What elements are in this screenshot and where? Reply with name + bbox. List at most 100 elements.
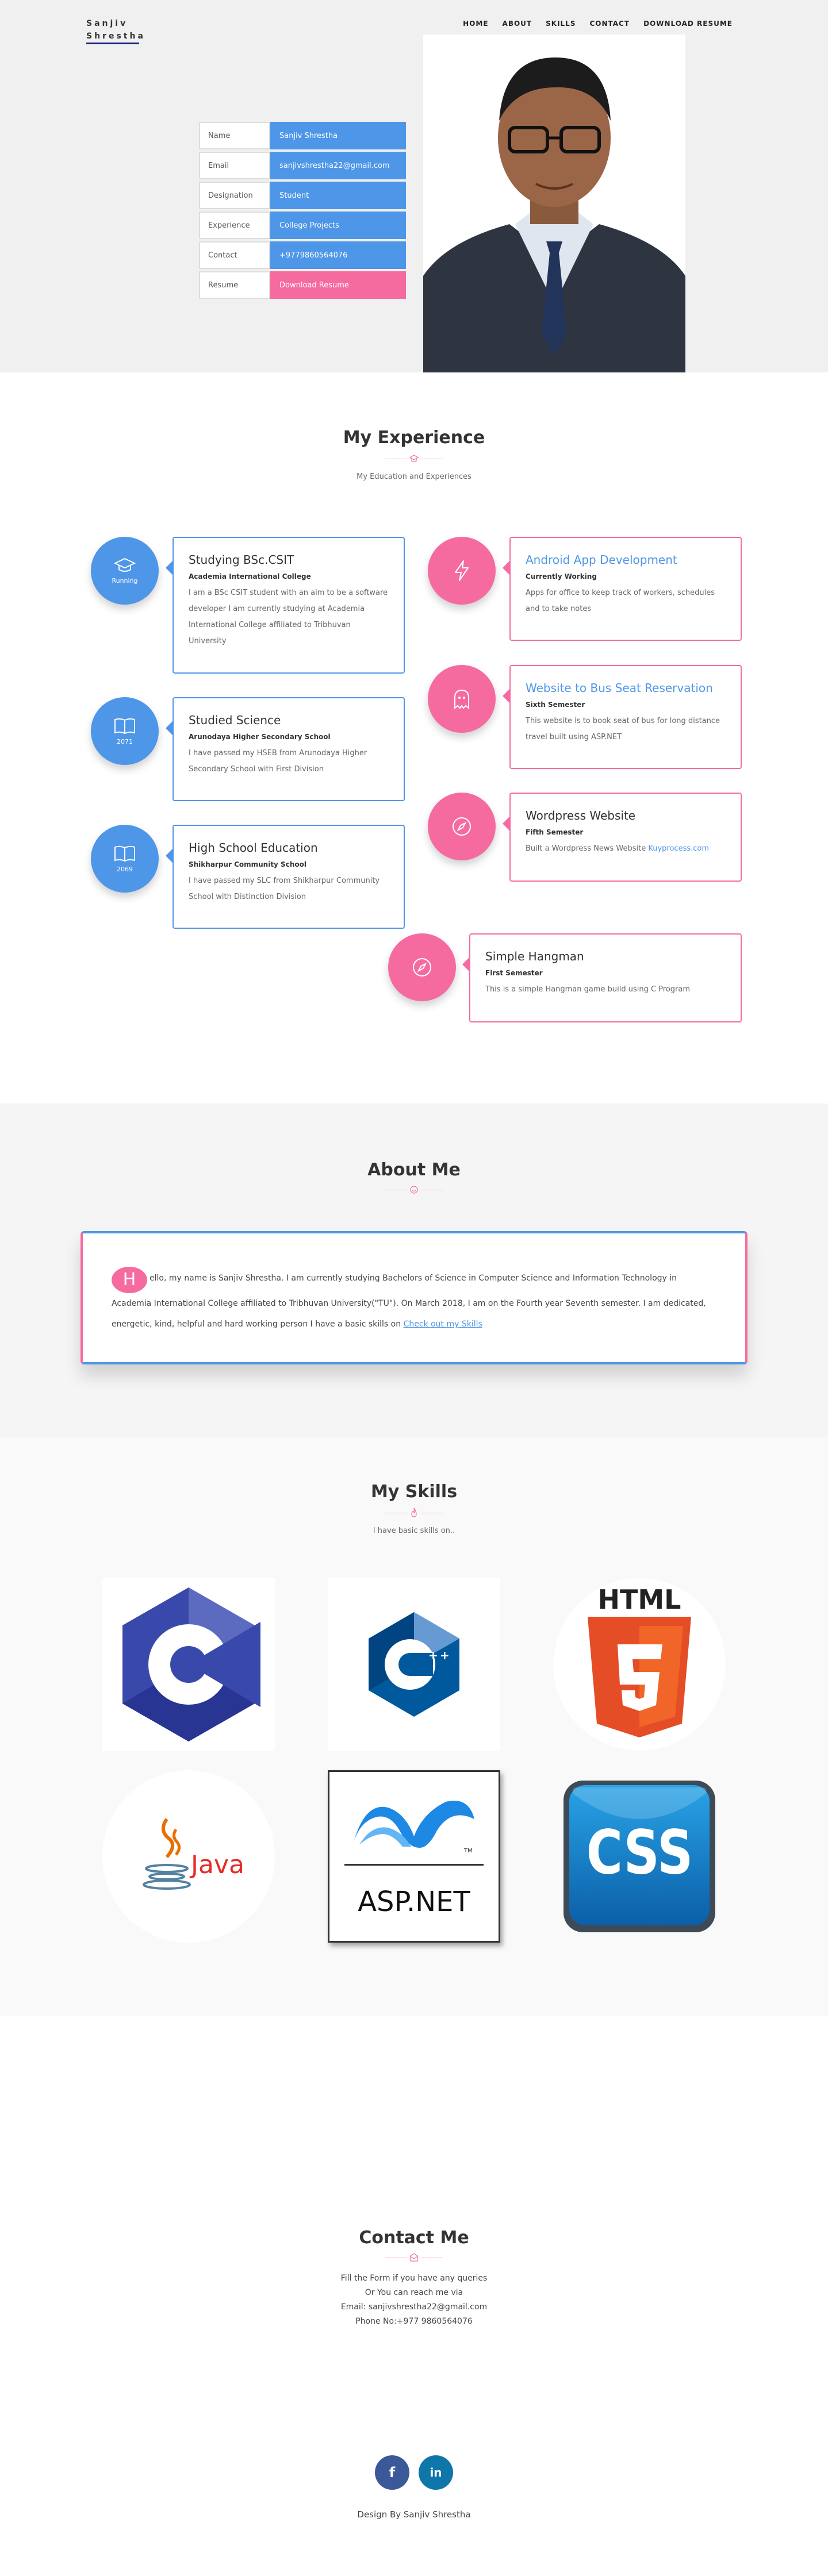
info-value: College Projects	[270, 212, 406, 239]
brand-underline	[86, 43, 139, 44]
info-value: +9779860564076	[270, 241, 406, 269]
education-place: Shikharpur Community School	[189, 860, 306, 868]
info-row-designation: Designation Student	[199, 182, 406, 209]
brand-logo[interactable]: Sanjiv Shrestha	[86, 17, 145, 43]
nav-contact[interactable]: CONTACT	[589, 20, 630, 28]
project-circle-4	[388, 933, 456, 1001]
education-title: Studied Science	[189, 713, 281, 727]
svg-text:ASP.NET: ASP.NET	[358, 1886, 470, 1918]
graduation-cap-icon	[409, 455, 419, 463]
book-icon	[114, 718, 135, 734]
skill-css: CSS	[553, 1770, 726, 1943]
download-resume-button[interactable]: Download Resume	[270, 271, 406, 299]
education-desc: I am a BSc CSIT student with an aim to b…	[189, 589, 388, 645]
check-skills-link[interactable]: Check out my Skills	[404, 1320, 482, 1329]
info-key: Resume	[199, 271, 270, 299]
info-row-email: Email sanjivshrestha22@gmail.com	[199, 152, 406, 179]
info-key: Experience	[199, 212, 270, 239]
about-divider	[385, 1184, 443, 1197]
info-value[interactable]: sanjivshrestha22@gmail.com	[270, 152, 406, 179]
svg-text:TM: TM	[463, 1848, 473, 1854]
project-title: Simple Hangman	[485, 949, 584, 963]
top-nav: HOME ABOUT SKILLS CONTACT DOWNLOAD RESUM…	[463, 20, 733, 28]
project-title[interactable]: Website to Bus Seat Reservation	[526, 681, 727, 695]
education-title: High School Education	[189, 841, 318, 855]
facebook-icon: f	[389, 2464, 396, 2481]
linkedin-button[interactable]: in	[419, 2455, 453, 2490]
info-key: Designation	[199, 182, 270, 209]
info-value: Student	[270, 182, 406, 209]
info-key: Email	[199, 152, 270, 179]
project-desc: Built a Wordpress News Website Kuyproces…	[526, 841, 727, 857]
project-link[interactable]: Kuyprocess.com	[648, 844, 709, 853]
card-pointer	[166, 561, 172, 575]
brand-last-name: Shrestha	[86, 32, 145, 41]
contact-info: Fill the Form if you have any queries Or…	[0, 2271, 828, 2329]
nav-about[interactable]: ABOUT	[503, 20, 532, 28]
info-row-contact: Contact +9779860564076	[199, 241, 406, 269]
education-year: Running	[112, 576, 138, 585]
compass-icon	[413, 958, 431, 976]
info-table: Name Sanjiv Shrestha Email sanjivshresth…	[199, 122, 406, 301]
card-pointer	[462, 958, 469, 971]
flame-icon	[411, 1508, 417, 1517]
about-paragraph: Hello, my name is Sanjiv Shrestha. I am …	[112, 1267, 716, 1335]
project-sub: Currently Working	[526, 572, 597, 580]
project-circle-3	[428, 793, 496, 860]
skill-c	[102, 1578, 275, 1751]
contact-phone[interactable]: Phone No:+977 9860564076	[0, 2314, 828, 2329]
skill-aspnet: TM ASP.NET	[328, 1770, 500, 1943]
info-key: Contact	[199, 241, 270, 269]
nav-home[interactable]: HOME	[463, 20, 488, 28]
about-card: Hello, my name is Sanjiv Shrestha. I am …	[80, 1231, 747, 1364]
education-title: Studying BSc.CSIT	[189, 553, 294, 567]
card-pointer	[166, 721, 172, 735]
aspnet-logo-icon: TM ASP.NET	[344, 1801, 484, 1918]
education-card-1: Studying BSc.CSIT Academia International…	[166, 537, 405, 674]
education-year: 2069	[117, 865, 133, 873]
c-logo-icon	[122, 1587, 260, 1741]
card-pointer	[166, 849, 172, 863]
skill-cpp: + +	[328, 1578, 500, 1751]
education-card-2: Studied Science Arunodaya Higher Seconda…	[166, 697, 405, 801]
svg-text:+: +	[440, 1648, 450, 1662]
nav-download-resume[interactable]: DOWNLOAD RESUME	[643, 20, 733, 28]
graduation-cap-icon	[114, 558, 136, 572]
project-card-2: Website to Bus Seat Reservation Sixth Se…	[503, 665, 742, 769]
about-dropcap: H	[112, 1267, 147, 1293]
linkedin-icon: in	[430, 2466, 442, 2479]
info-key: Name	[199, 122, 270, 149]
skills-divider	[385, 1507, 443, 1520]
hero-section: Sanjiv Shrestha HOME ABOUT SKILLS CONTAC…	[0, 0, 828, 372]
project-desc: This is a simple Hangman game build usin…	[485, 985, 691, 994]
education-desc: I have passed my HSEB from Arunodaya Hig…	[189, 749, 367, 774]
contact-line: Fill the Form if you have any queries	[340, 2274, 488, 2283]
info-value: Sanjiv Shrestha	[270, 122, 406, 149]
experience-title: My Experience	[343, 428, 485, 448]
info-row-experience: Experience College Projects	[199, 212, 406, 239]
info-row-name: Name Sanjiv Shrestha	[199, 122, 406, 149]
svg-text:CSS: CSS	[586, 1817, 693, 1888]
education-circle-1: Running	[91, 537, 159, 605]
education-desc: I have passed my SLC from Shikharpur Com…	[189, 876, 380, 901]
education-circle-2: 2071	[91, 697, 159, 765]
project-title[interactable]: Android App Development	[526, 553, 727, 567]
contact-email[interactable]: Email: sanjivshrestha22@gmail.com	[0, 2300, 828, 2314]
project-card-1: Android App Development Currently Workin…	[503, 537, 742, 641]
skill-html: HTML	[553, 1578, 726, 1751]
card-pointer	[503, 689, 509, 703]
education-place: Academia International College	[189, 572, 311, 580]
contact-divider	[385, 2252, 443, 2264]
envelope-icon	[410, 2253, 418, 2262]
svg-text:HTML: HTML	[598, 1584, 681, 1615]
facebook-button[interactable]: f	[375, 2455, 409, 2490]
book-icon	[114, 845, 135, 862]
project-card-4: Simple Hangman First Semester This is a …	[462, 933, 742, 1022]
nav-skills[interactable]: SKILLS	[546, 20, 576, 28]
education-place: Arunodaya Higher Secondary School	[189, 733, 331, 741]
project-desc: This website is to book seat of bus for …	[526, 717, 720, 741]
css-logo-icon: CSS	[564, 1781, 715, 1932]
experience-divider	[385, 453, 443, 466]
project-circle-1	[428, 537, 496, 605]
project-sub: Fifth Semester	[526, 828, 584, 836]
